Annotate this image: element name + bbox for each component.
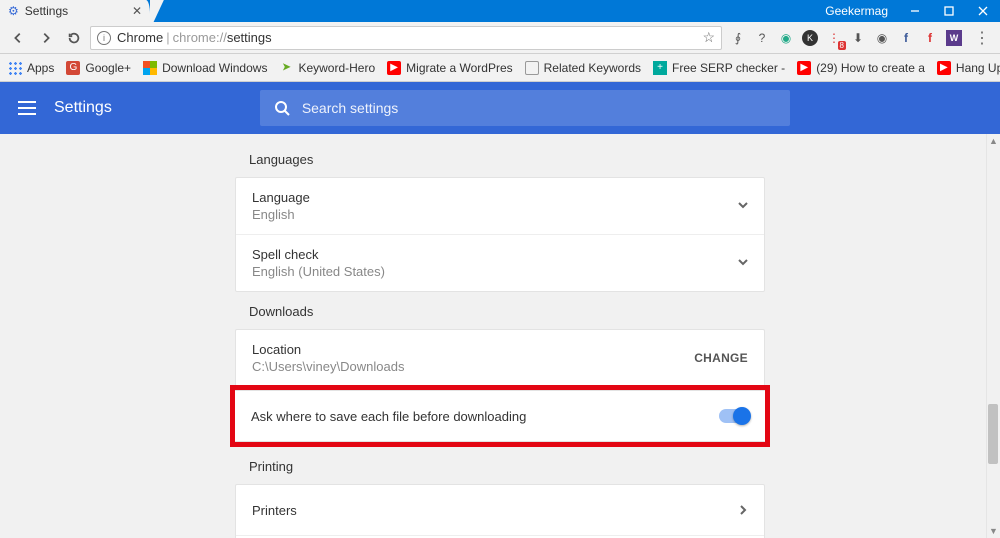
printers-row[interactable]: Printers (236, 485, 764, 535)
chrome-menu-button[interactable]: ⋮ (970, 28, 994, 48)
browser-tab[interactable]: ⚙ Settings ✕ (0, 0, 150, 22)
back-button[interactable] (6, 26, 30, 50)
bookmark-item[interactable]: ▶(29) How to create a (797, 61, 925, 75)
ext-icon-lastpass[interactable]: ⋮ (826, 30, 842, 46)
titlebar-drag[interactable] (168, 0, 825, 22)
ext-icon-k[interactable]: K (802, 30, 818, 46)
search-settings-box[interactable] (260, 90, 790, 126)
printers-label: Printers (252, 503, 738, 518)
bookmark-item[interactable]: +Free SERP checker - (653, 61, 785, 75)
menu-button[interactable] (18, 101, 36, 115)
change-location-button[interactable]: CHANGE (694, 351, 748, 365)
ask-save-label: Ask where to save each file before downl… (251, 409, 719, 424)
bookmark-item[interactable]: GGoogle+ (66, 61, 131, 75)
site-info-icon[interactable]: i (97, 31, 111, 45)
highlighted-setting: Ask where to save each file before downl… (230, 385, 770, 447)
section-title-downloads: Downloads (249, 304, 765, 319)
ext-icon-question[interactable]: ? (754, 30, 770, 46)
page-title: Settings (54, 99, 112, 117)
reload-button[interactable] (62, 26, 86, 50)
ext-icon-camera[interactable]: ◉ (874, 30, 890, 46)
youtube-icon: ▶ (937, 61, 951, 75)
apps-grid-icon (8, 61, 22, 75)
bookmark-item[interactable]: ➤Keyword-Hero (279, 61, 375, 75)
ext-icon-f2[interactable]: f (922, 30, 938, 46)
ext-icon-1[interactable]: ∮ (730, 30, 746, 46)
ext-icon-grammarly[interactable]: ◉ (778, 30, 794, 46)
location-label: Location (252, 342, 694, 357)
ext-icon-facebook[interactable]: f (898, 30, 914, 46)
chevron-down-icon (738, 256, 748, 270)
section-title-printing: Printing (249, 459, 765, 474)
chevron-down-icon (738, 199, 748, 213)
scroll-thumb[interactable] (988, 404, 998, 464)
youtube-icon: ▶ (797, 61, 811, 75)
forward-button[interactable] (34, 26, 58, 50)
bookmark-item[interactable]: ▶Migrate a WordPres (387, 61, 512, 75)
section-title-languages: Languages (249, 152, 765, 167)
download-location-row: Location C:\Users\viney\Downloads CHANGE (236, 330, 764, 386)
bookmark-item[interactable]: ▶Hang Ups (Want You (937, 61, 1000, 75)
spellcheck-value: English (United States) (252, 264, 738, 279)
scroll-up-arrow[interactable]: ▲ (987, 134, 1000, 148)
language-row[interactable]: Language English (236, 178, 764, 234)
address-bar[interactable]: i Chrome|chrome://settings ☆ (90, 26, 722, 50)
gplus-icon: G (66, 61, 80, 75)
scrollbar[interactable]: ▲ ▼ (986, 134, 1000, 538)
plus-icon: + (653, 61, 667, 75)
window-close-button[interactable] (966, 0, 1000, 22)
bookmark-item[interactable]: Related Keywords (525, 61, 641, 75)
language-label: Language (252, 190, 738, 205)
ask-save-toggle[interactable] (719, 409, 749, 423)
youtube-icon: ▶ (387, 61, 401, 75)
bookmark-item[interactable]: Download Windows (143, 61, 267, 75)
window-maximize-button[interactable] (932, 0, 966, 22)
window-minimize-button[interactable] (898, 0, 932, 22)
ext-icon-download[interactable]: ⬇ (850, 30, 866, 46)
scroll-down-arrow[interactable]: ▼ (987, 524, 1000, 538)
window-app-label: Geekermag (825, 4, 898, 18)
spellcheck-label: Spell check (252, 247, 738, 262)
apps-label: Apps (27, 61, 54, 75)
keywordhero-icon: ➤ (279, 61, 293, 75)
windows-icon (143, 61, 157, 75)
tab-title: Settings (25, 4, 68, 18)
bookmark-star-icon[interactable]: ☆ (702, 29, 715, 46)
ext-icon-w[interactable]: W (946, 30, 962, 46)
language-value: English (252, 207, 738, 222)
location-value: C:\Users\viney\Downloads (252, 359, 694, 374)
search-settings-input[interactable] (302, 100, 776, 116)
gear-icon: ⚙ (8, 4, 19, 18)
ask-save-location-row[interactable]: Ask where to save each file before downl… (235, 391, 765, 441)
omnibox-origin: Chrome|chrome://settings (117, 30, 272, 45)
tab-slant (150, 0, 168, 22)
close-tab-icon[interactable]: ✕ (132, 4, 142, 18)
doc-icon (525, 61, 539, 75)
chevron-right-icon (738, 503, 748, 518)
spellcheck-row[interactable]: Spell check English (United States) (236, 234, 764, 291)
apps-button[interactable]: Apps (8, 61, 54, 75)
search-icon (274, 100, 290, 116)
